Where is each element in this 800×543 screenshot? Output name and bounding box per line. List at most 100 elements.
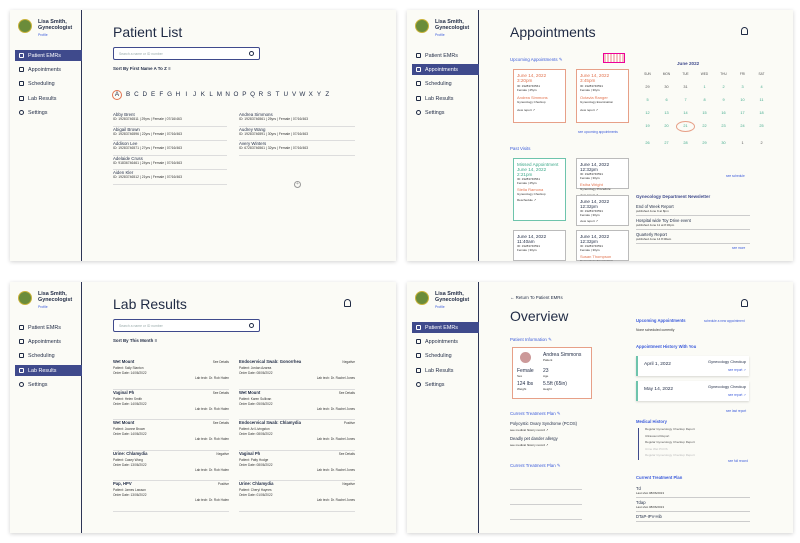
edit-icon[interactable]: ✎ [548,337,552,342]
sidebar-item-settings[interactable]: Settings [15,107,82,118]
see-report-link[interactable]: see report ↗ [728,368,746,372]
lab-result-row[interactable]: Vaginal Ph See Details Patient: Helen Smit… [113,390,229,420]
see-last-report-link[interactable]: see last report [726,409,746,413]
calendar-day[interactable]: 3 [733,85,752,89]
calendar-day[interactable]: 5 [638,98,657,102]
alphabet-letter[interactable]: R [257,90,265,100]
sidebar-item-appointments[interactable]: Appointments [15,64,82,75]
alphabet-letter[interactable]: I [182,90,190,100]
calendar-day[interactable]: 31 [676,85,695,89]
calendar-view-toggle[interactable] [603,53,625,63]
calendar-day[interactable]: 8 [695,98,714,102]
sort-control[interactable]: Sort By First Name A To Z ≡ [113,66,171,71]
list-item[interactable]: Avery Winters ID: 67283746561 | 32yrs | F… [239,141,355,156]
sidebar-item-appointments[interactable]: Appointments [15,336,82,347]
avatar[interactable] [18,19,32,33]
alphabet-letter[interactable]: F [157,90,165,100]
profile-link[interactable]: Profile [38,305,48,309]
bell-icon[interactable] [741,299,748,307]
past-visit-card[interactable]: June 14, 2022 11:40am ID: 19283746591 Femal… [513,230,566,261]
calendar-day[interactable]: 15 [695,111,714,115]
alphabet-letter[interactable]: Y [315,90,323,100]
calendar-day[interactable]: 6 [657,98,676,102]
calendar-day[interactable]: 16 [714,111,733,115]
schedule-new-link[interactable]: schedule a new appointment [704,319,745,323]
alphabet-letter[interactable]: G [165,90,173,100]
calendar-day[interactable]: 30 [657,85,676,89]
see-upcoming-link[interactable]: see upcoming appointments [578,130,618,134]
calendar-day[interactable]: 18 [752,111,771,115]
sidebar-item-scheduling[interactable]: Scheduling [412,78,479,89]
history-card[interactable]: May 14, 2022 Gynecology Checkup see report… [636,381,749,401]
calendar-day[interactable]: 24 [733,124,752,132]
alphabet-letter[interactable]: X [307,90,315,100]
calendar-day[interactable]: 29 [695,141,714,145]
lab-status[interactable]: See Details [213,391,229,395]
sidebar-item-appointments[interactable]: Appointments [412,64,479,75]
alphabet-letter[interactable]: M [215,90,223,100]
lab-status[interactable]: See Details [339,452,355,456]
sidebar-item-lab-results[interactable]: Lab Results [412,365,479,376]
alphabet-letter[interactable]: W [298,90,306,100]
alphabet-letter[interactable]: L [207,90,215,100]
profile-link[interactable]: Profile [435,305,445,309]
sort-control[interactable]: Sort By This Month ≡ [113,338,157,343]
news-item[interactable]: Quarterly Report published June 14 8:00am [636,230,750,244]
appointment-card[interactable]: June 14, 2022 3:45pm ID: 19283746591 Female… [576,69,629,123]
alphabet-letter[interactable]: N [224,90,232,100]
calendar-day[interactable]: 11 [752,98,771,102]
avatar[interactable] [415,19,429,33]
calendar-day[interactable]: 9 [714,98,733,102]
alphabet-letter[interactable]: Q [248,90,256,100]
sidebar-item-patient-emrs[interactable]: Patient EMRs [15,50,82,61]
alphabet-letter[interactable]: A [112,90,122,100]
list-item[interactable]: Abby Brent ID: 19283746511 | 29yrs | Fema… [113,112,227,127]
calendar-day[interactable]: 10 [733,98,752,102]
calendar-day[interactable]: 1 [695,85,714,89]
calendar-day[interactable]: 13 [657,111,676,115]
visit-link[interactable]: view report ↗ [580,219,625,223]
sidebar-item-appointments[interactable]: Appointments [412,336,479,347]
view-report-link[interactable]: view report ↗ [580,108,625,112]
list-item[interactable]: Aiden Kler ID: 19283746512 | 21yrs | Fema… [113,170,227,185]
bell-icon[interactable] [344,299,351,307]
sidebar-item-lab-results[interactable]: Lab Results [15,93,82,104]
calendar-day[interactable]: 2 [752,141,771,145]
sidebar-item-scheduling[interactable]: Scheduling [15,78,82,89]
alphabet-letter[interactable]: Z [323,90,331,100]
lab-result-row[interactable]: Wet Mount See Details Patient: Sally Stant… [113,359,229,390]
edit-icon[interactable]: ✎ [557,463,561,468]
alphabet-letter[interactable]: S [265,90,273,100]
history-card[interactable]: April 1, 2022 Gynecology Checkup see repor… [636,356,749,376]
alphabet-letter[interactable]: D [141,90,149,100]
add-patient-icon[interactable]: + [294,181,301,188]
calendar-day[interactable]: 20 [657,124,676,132]
calendar-day[interactable]: 19 [638,124,657,132]
calendar-day[interactable]: 17 [733,111,752,115]
see-report-link[interactable]: see report ↗ [728,393,746,397]
search-icon[interactable] [249,323,254,328]
news-item[interactable]: End of Week Report published June 9 at 8p… [636,202,750,216]
alphabet-letter[interactable]: O [232,90,240,100]
news-item[interactable]: Hospital wide Toy Drive event published J… [636,216,750,230]
search-input[interactable]: Search a name or ID number [113,47,260,60]
lab-status[interactable]: See Details [339,391,355,395]
avatar[interactable] [18,291,32,305]
sidebar-item-patient-emrs[interactable]: Patient EMRs [412,322,479,333]
calendar-day[interactable]: 30 [714,141,733,145]
calendar-day[interactable]: 4 [752,85,771,89]
sidebar-item-lab-results[interactable]: Lab Results [15,365,82,376]
sidebar-item-scheduling[interactable]: Scheduling [15,350,82,361]
edit-icon[interactable]: ✎ [557,411,561,416]
alphabet-letter[interactable]: H [174,90,182,100]
lab-result-row[interactable]: Endocervical Swab: Chlamydia Positive Pati… [239,420,355,451]
past-visit-card[interactable]: Missed Appointment June 14, 2022 2:21pm ID:… [513,158,566,221]
alphabet-letter[interactable]: C [132,90,140,100]
lab-status[interactable]: See Details [213,421,229,425]
lab-result-row[interactable]: Pap, HPV Positive Patient: James Lawson Ord… [113,481,229,512]
search-icon[interactable] [249,51,254,56]
calendar-day[interactable]: 1 [733,141,752,145]
alphabet-letter[interactable]: B [124,90,132,100]
list-item[interactable]: Audrey Wang ID: 19283746591 | 30yrs | Fem… [239,127,355,141]
lab-result-row[interactable]: Urine: Chlamydia Negative Patient: Cheryl … [239,481,355,512]
